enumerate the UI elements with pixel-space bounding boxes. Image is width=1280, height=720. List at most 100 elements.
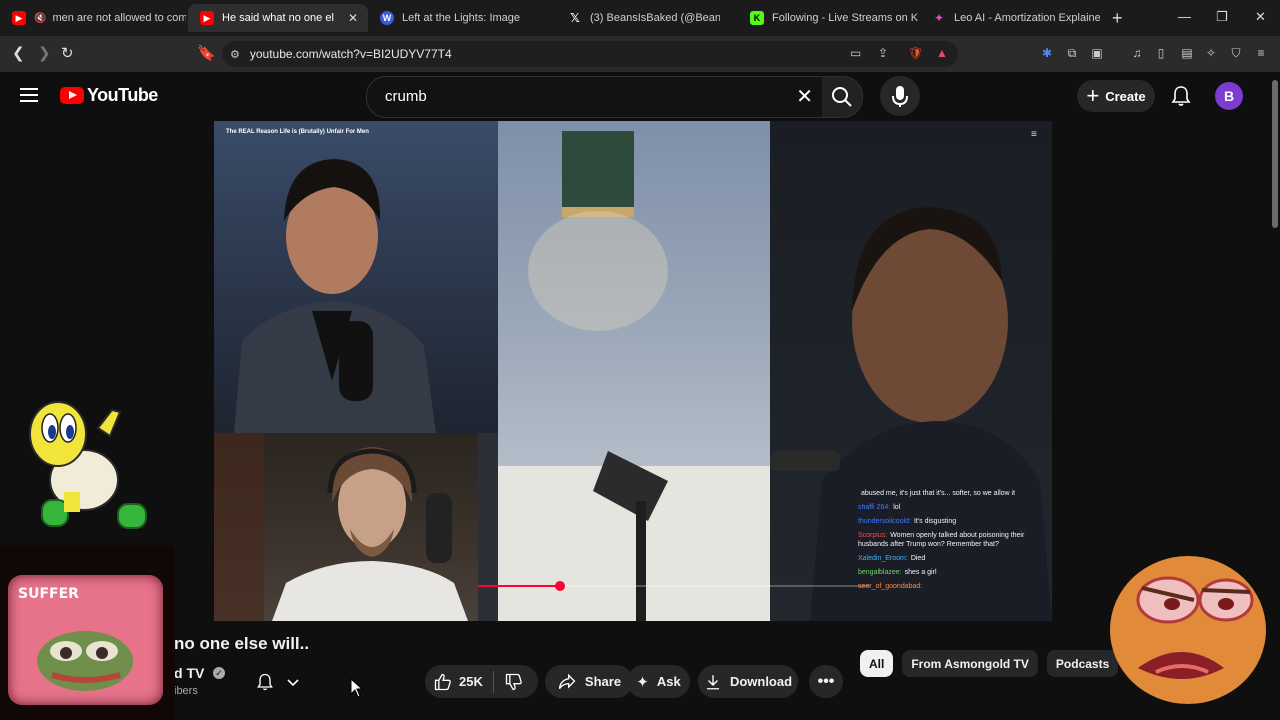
playlist-icon[interactable]: ≡ [1031, 129, 1037, 140]
youtube-icon: ▶ [12, 11, 26, 25]
site-settings-icon[interactable]: ⚙ [230, 48, 240, 61]
notifications-bell-icon[interactable] [1169, 84, 1193, 108]
search-icon [832, 87, 852, 107]
search-button[interactable] [822, 76, 863, 118]
browser-tab-4[interactable]: 𝕏 (3) BeansIsBaked (@Beans_Is_Ba [556, 4, 732, 32]
wordpress-icon: W [380, 11, 394, 25]
more-actions-button[interactable]: ••• [809, 665, 843, 698]
brave-rewards-icon[interactable]: ▲ [936, 46, 948, 60]
verified-check-icon: ✓ [213, 667, 225, 679]
browser-tab-2[interactable]: ▶ He said what no one else ✕ [188, 4, 368, 32]
chat-message: shaffi 264: lol [858, 504, 901, 511]
address-bar[interactable]: ⚙ youtube.com/watch?v=BI2UDYV77T4 ▭ ⇪ 🛡 … [222, 41, 958, 67]
forward-icon[interactable]: ❯ [38, 44, 51, 62]
window-close-icon[interactable]: ✕ [1255, 9, 1266, 25]
browser-tab-3[interactable]: W Left at the Lights: Image [368, 4, 548, 32]
subscription-notifications-button[interactable] [247, 666, 309, 698]
tab-title: Following - Live Streams on Kick [772, 12, 918, 24]
vpn-icon[interactable]: ✱ [1039, 45, 1055, 61]
share-page-icon[interactable]: ⇪ [878, 46, 888, 60]
brave-shields-icon[interactable]: 🛡 [908, 46, 923, 60]
browser-tab-1[interactable]: ▶ 🔇 men are not allowed to com [0, 4, 186, 32]
menu-icon[interactable]: ≡ [1253, 45, 1269, 61]
extensions-icon[interactable]: ⧉ [1064, 45, 1080, 61]
host-figure [234, 159, 436, 433]
like-count: 25K [459, 674, 483, 689]
youtube-logo[interactable]: YouTube [60, 85, 158, 106]
share-arrow-icon [558, 673, 576, 689]
wallet-card-icon[interactable]: ▤ [1179, 45, 1195, 61]
avatar[interactable]: B [1215, 82, 1243, 110]
koopa-troopa-sticker [29, 401, 147, 529]
chat-message: Scorpius: Women openly talked about poiso… [858, 532, 1025, 548]
create-button[interactable]: + Create [1077, 80, 1155, 112]
video-overlay-title: The REAL Reason Life is (Brutally) Unfai… [226, 129, 369, 135]
wallet-icon[interactable]: ▣ [1089, 45, 1105, 61]
tab-title: Leo AI - Amortization Explained [954, 12, 1100, 24]
tab-title: men are not allowed to com [52, 12, 186, 24]
bookmark-icon[interactable]: 🔖 [197, 44, 216, 62]
chat-message: bengalblazee: shes a girl [858, 569, 937, 576]
chat-overlay: abused me, it's just that it's... softer… [858, 489, 1048, 596]
vpn-shield-icon[interactable]: ⛉ [1228, 45, 1244, 61]
new-tab-icon[interactable]: + [1112, 8, 1123, 29]
share-label: Share [584, 674, 622, 689]
browser-tab-strip: ▶ 🔇 men are not allowed to com ▶ He said… [0, 0, 1280, 36]
chat-message: abused me, it's just that it's... softer… [861, 490, 1016, 497]
search-box: ✕ [366, 76, 824, 118]
create-label: Create [1105, 88, 1146, 104]
clear-search-icon[interactable]: ✕ [796, 84, 813, 109]
download-button[interactable]: Download [698, 665, 798, 698]
like-dislike-group: 25K [425, 665, 538, 698]
minimize-icon[interactable]: — [1178, 9, 1191, 24]
ask-label: Ask [656, 674, 681, 689]
progress-bar[interactable] [478, 581, 870, 591]
channel-name[interactable]: d TV [174, 665, 204, 681]
muted-speaker-icon[interactable]: 🔇 [34, 13, 46, 24]
crying-potato-emote [1110, 556, 1266, 704]
youtube-header: YouTube ✕ + Create B [0, 72, 1280, 120]
search-input[interactable] [383, 87, 767, 106]
video-frame-middle [498, 121, 770, 621]
chip-all[interactable]: All [860, 650, 894, 677]
restore-icon[interactable]: ❐ [1216, 9, 1228, 25]
tab-title: He said what no one else [222, 12, 334, 24]
youtube-play-icon [60, 87, 84, 104]
scrollbar-thumb[interactable] [1272, 80, 1278, 228]
download-icon [706, 674, 719, 689]
leo-sparkle-icon[interactable]: ✧ [1203, 45, 1219, 61]
chat-message: thundersoilcoold: It's disgusting [858, 518, 957, 525]
microphone-icon [892, 86, 908, 107]
suffer-text: SUFFER [18, 586, 79, 602]
reload-icon[interactable]: ↻ [61, 44, 74, 62]
thumbs-down-icon[interactable] [504, 672, 524, 692]
streamer-webcam [214, 433, 478, 621]
chevron-down-icon [287, 679, 299, 687]
like-divider [492, 670, 494, 693]
video-player[interactable]: The REAL Reason Life is (Brutally) Unfai… [214, 121, 1052, 621]
kick-icon: K [750, 11, 764, 25]
share-button[interactable]: Share [545, 665, 633, 698]
media-icon[interactable]: ♫ [1129, 45, 1145, 61]
url-text[interactable]: youtube.com/watch?v=BI2UDYV77T4 [250, 47, 452, 61]
page-scrollbar[interactable] [1270, 72, 1280, 720]
like-button[interactable]: 25K [433, 672, 483, 692]
leo-ai-icon: ✦ [933, 11, 945, 25]
tab-title: Left at the Lights: Image [402, 12, 521, 24]
hamburger-menu-icon[interactable] [20, 88, 38, 102]
ask-button[interactable]: ✦ Ask [627, 665, 690, 698]
browser-tab-5[interactable]: K Following - Live Streams on Kick [738, 4, 918, 32]
chat-message: seer_of_goondabad: [858, 583, 923, 590]
download-label: Download [729, 674, 793, 689]
back-icon[interactable]: ❮ [12, 44, 25, 62]
browser-toolbar: ❮ ❯ ↻ 🔖 ⚙ youtube.com/watch?v=BI2UDYV77T… [0, 36, 1280, 72]
sidebar-icon[interactable]: ▯ [1153, 45, 1169, 61]
x-icon: 𝕏 [570, 11, 580, 25]
tab-close-icon[interactable]: ✕ [348, 11, 358, 25]
browser-tab-6[interactable]: ✦ Leo AI - Amortization Explained [920, 4, 1100, 32]
mouse-cursor-icon [350, 678, 364, 698]
voice-search-button[interactable] [880, 76, 920, 116]
cast-icon[interactable]: ▭ [850, 46, 861, 60]
subscriber-count: ibers [174, 685, 198, 697]
chip-from-asmongold-tv[interactable]: From Asmongold TV [902, 650, 1038, 677]
